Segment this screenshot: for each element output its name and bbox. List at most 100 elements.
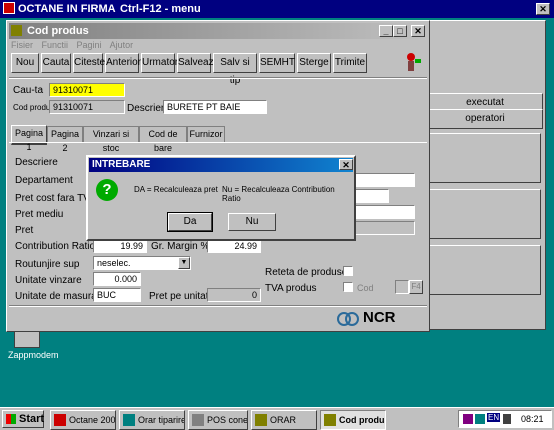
taskbar-item-cod-produs[interactable]: Cod produs (320, 410, 386, 430)
salv-si-tip-button[interactable]: Salv si tip (213, 53, 257, 86)
taskbar-item-label: POS conectat (207, 415, 248, 425)
start-button[interactable]: Start (2, 410, 44, 428)
ncr-logo-text: NCR (363, 309, 396, 326)
gr-margin-label: Gr. Margin % (151, 241, 210, 252)
urmator-button[interactable]: Urmator (141, 53, 178, 73)
menu-bar: Fisier Functii Pagini Ajutor (11, 40, 133, 52)
minimize-button[interactable]: _ (379, 25, 393, 37)
pret-unitate-field[interactable]: 0 (207, 288, 261, 302)
zappmodem-icon[interactable] (14, 330, 40, 348)
semht-button[interactable]: SEMHT (259, 53, 295, 73)
octane-icon (54, 414, 66, 426)
departament-label: Departament (15, 175, 73, 186)
nu-button[interactable]: Nu (228, 213, 276, 231)
unitate-vinzare-label: Unitate vinzare (15, 275, 82, 286)
side-panel-2 (429, 189, 541, 239)
pret-unitate-label: Pret pe unitate (149, 291, 215, 302)
code-field[interactable]: 91310071 (49, 100, 125, 114)
close-button[interactable]: ✕ (411, 25, 425, 37)
tab-pagina-2[interactable]: Pagina 2 (47, 126, 83, 153)
sterge-button[interactable]: Sterge (297, 53, 331, 73)
rotunjire-select[interactable]: neselec. ▼ (93, 256, 191, 270)
reteta-checkbox[interactable] (343, 266, 353, 276)
descriere-label: Descriere (15, 157, 58, 168)
dialog-close-button[interactable]: ✕ (339, 159, 353, 170)
form-footer-divider (9, 305, 427, 307)
right-field-3[interactable] (349, 205, 415, 219)
zappmodem-label: Zappmodem (8, 350, 59, 360)
gr-margin-field[interactable]: 24.99 (207, 239, 261, 253)
dialog-message-right: Nu = Recalculeaza Contribution Ratio (222, 185, 335, 203)
ncr-logo-icon (337, 311, 359, 326)
description-field[interactable]: BURETE PT BAIE (163, 100, 267, 114)
orar-icon (255, 414, 267, 426)
taskbar-item-orar-tiparire[interactable]: Orar tiparire (119, 410, 185, 430)
side-panel-1 (429, 133, 541, 183)
salveaza-button[interactable]: Salveaza (177, 53, 219, 73)
start-label: Start (19, 413, 45, 425)
tray-app-icon[interactable] (463, 414, 473, 424)
trimite-button[interactable]: Trimite (333, 53, 367, 73)
dialog-title: INTREBARE (92, 159, 151, 170)
tab-vinzari-si-stoc[interactable]: Vinzari si stoc (83, 126, 139, 153)
da-button[interactable]: Da (167, 212, 213, 232)
rotunjire-value: neselec. (97, 258, 131, 268)
search-label: Cau-ta (13, 85, 44, 96)
dialog-message-left: DA = Recalculeaza pret (134, 185, 218, 194)
menu-pagini[interactable]: Pagini (77, 40, 102, 50)
tray-volume-icon[interactable] (503, 414, 511, 424)
tab-furnizor[interactable]: Furnizor (187, 126, 225, 143)
citeste-button[interactable]: Citeste (73, 53, 105, 73)
cauta-button[interactable]: Cauta (41, 53, 71, 73)
tab-cod-de-bare[interactable]: Cod de bare (139, 126, 187, 153)
taskbar-item-label: Cod produs (339, 415, 386, 425)
orar-tiparire-icon (123, 414, 135, 426)
nou-button[interactable]: Nou (11, 53, 39, 73)
pret-cost-label: Pret cost fara TVA (15, 193, 96, 204)
tray-language[interactable]: EN (487, 413, 501, 422)
tray-network-icon[interactable] (475, 414, 485, 424)
menu-fisier[interactable]: Fisier (11, 40, 33, 50)
doorbell-icon[interactable] (405, 53, 421, 73)
pos-icon (192, 414, 204, 426)
unitate-masura-field[interactable]: BUC (93, 288, 141, 302)
maximize-button[interactable]: □ (393, 25, 407, 37)
unitate-masura-label: Unitate de masura (15, 291, 97, 302)
clock[interactable]: 08:21 (521, 414, 544, 424)
question-icon: ? (96, 179, 118, 201)
taskbar-item-label: Orar tiparire (138, 415, 185, 425)
outer-window-title: OCTANE IN FIRMA (18, 3, 116, 15)
chevron-down-icon[interactable]: ▼ (178, 257, 190, 269)
search-input[interactable]: 91310071 (49, 83, 125, 97)
rotunjire-label: Routunjire sup (15, 259, 80, 270)
operatori-button[interactable]: operatori (427, 109, 543, 129)
question-dialog: INTREBARE ✕ ? DA = Recalculeaza pret Nu … (86, 155, 356, 241)
cod-field[interactable] (395, 280, 409, 294)
menu-ajutor[interactable]: Ajutor (110, 40, 134, 50)
reteta-label: Reteta de produse (265, 267, 348, 278)
tva-checkbox[interactable] (343, 282, 353, 292)
unitate-vinzare-field[interactable]: 0.000 (93, 272, 141, 286)
anterior-button[interactable]: Anterior (105, 53, 141, 73)
right-field-4[interactable] (349, 221, 415, 235)
taskbar: Start Octane 200... Orar tiparire POS co… (0, 407, 554, 430)
tva-label: TVA produs (265, 283, 317, 294)
taskbar-item-orar[interactable]: ORAR (251, 410, 317, 430)
pret-label: Pret (15, 225, 34, 236)
outer-close-button[interactable]: ✕ (536, 3, 550, 15)
taskbar-item-pos-conectat[interactable]: POS conectat (188, 410, 248, 430)
outer-window-subtitle: Ctrl-F12 - menu (120, 3, 201, 15)
taskbar-item-label: ORAR (270, 415, 297, 425)
f4-button[interactable]: F4 (409, 280, 423, 294)
windows-logo-icon (6, 414, 16, 424)
dialog-titlebar: INTREBARE ✕ (89, 158, 353, 172)
contribution-field[interactable]: 19.99 (93, 239, 147, 253)
right-field-1[interactable] (349, 173, 415, 187)
form-titlebar: Cod produs _ □ ✕ (9, 23, 427, 39)
taskbar-item-label: Octane 200... (69, 415, 116, 425)
form-title: Cod produs (27, 25, 89, 37)
taskbar-item-octane[interactable]: Octane 200... (50, 410, 116, 430)
side-panel-3 (429, 245, 541, 295)
menu-functii[interactable]: Functii (42, 40, 69, 50)
system-tray: EN 08:21 (458, 410, 552, 428)
